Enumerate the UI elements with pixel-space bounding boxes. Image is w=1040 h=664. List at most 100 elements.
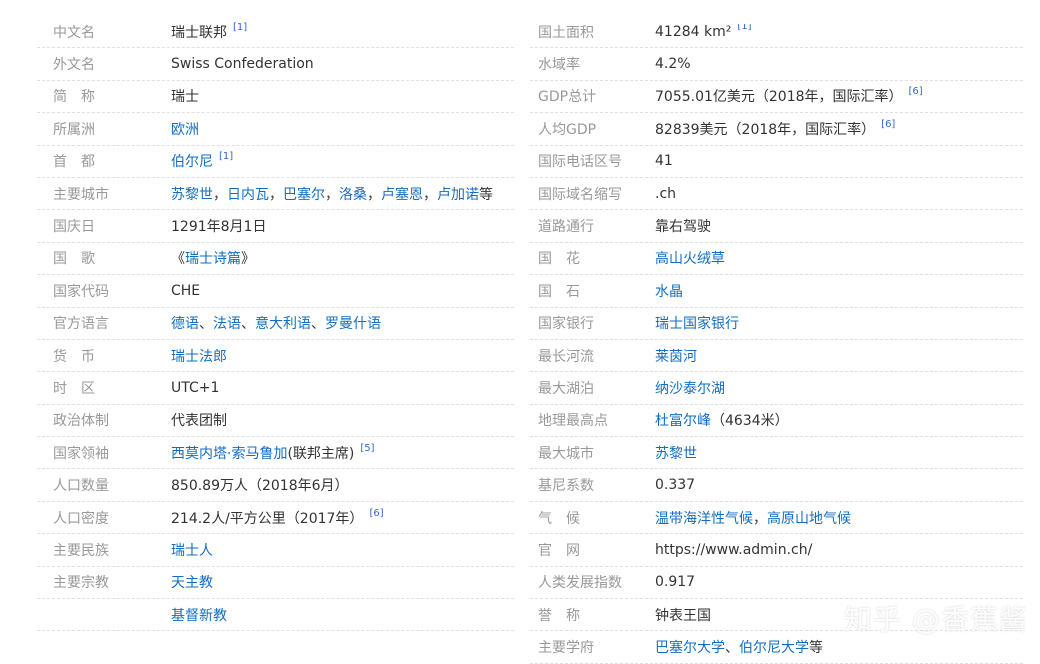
field-label: 气 候	[538, 510, 580, 527]
infobox-row: 气 候 温带海洋性气候，高原山地气候	[530, 502, 1023, 535]
field-value: 214.2人/平方公里（2017年） [6]	[171, 508, 514, 528]
infobox-row: 所属洲 欧洲	[37, 113, 514, 146]
value-link[interactable]: 欧洲	[171, 122, 199, 138]
value-text: 1291年8月1日	[171, 219, 267, 236]
field-label: GDP总计	[538, 89, 597, 106]
value-link[interactable]: 苏黎世	[655, 446, 697, 462]
field-label: 国 花	[538, 251, 580, 268]
field-value: 苏黎世，日内瓦，巴塞尔，洛桑，卢塞恩，卢加诺等	[171, 184, 514, 204]
value-text: ，	[269, 186, 283, 203]
citation-ref-link[interactable]: [6]	[369, 508, 383, 519]
value-link[interactable]: 伯尔尼	[171, 154, 213, 170]
value-text: 850.89万人（2018年6月）	[171, 478, 349, 495]
value-link[interactable]: 巴塞尔	[283, 187, 325, 203]
field-label: 道路通行	[538, 219, 594, 236]
infobox-row: 最大城市 苏黎世	[530, 437, 1023, 470]
value-link[interactable]: 伯尔尼大学	[739, 640, 809, 656]
field-value: 瑞士	[171, 86, 514, 106]
citation-ref-link[interactable]: [1]	[219, 151, 233, 162]
zhihu-watermark: 知乎 @香蕉酱	[844, 603, 1028, 636]
field-value: .ch	[655, 186, 1023, 202]
value-link[interactable]: 高原山地气候	[767, 511, 851, 527]
value-link[interactable]: 基督新教	[171, 608, 227, 624]
value-link[interactable]: 西莫内塔·索马鲁加	[171, 446, 287, 462]
value-link[interactable]: 水晶	[655, 284, 683, 300]
value-text: CHE	[171, 282, 201, 299]
field-value: 温带海洋性气候，高原山地气候	[655, 508, 1023, 528]
infobox-left-column: 中文名 瑞士联邦 [1] 外文名 Swiss Confederation 简 称 瑞士 所属洲…	[37, 16, 530, 664]
value-link[interactable]: 莱茵河	[655, 349, 697, 365]
value-link[interactable]: 日内瓦	[227, 187, 269, 203]
field-label: 国家代码	[53, 283, 109, 300]
citation-ref-link[interactable]: [1]	[233, 22, 247, 33]
value-text: (联邦主席)	[287, 445, 355, 462]
field-value: 0.337	[655, 477, 1023, 493]
infobox-row: 国土面积 41284 km² [1]	[530, 16, 1023, 49]
value-text: 0.917	[655, 574, 696, 591]
field-value: 瑞士人	[171, 540, 514, 560]
value-link[interactable]: 瑞士国家银行	[655, 316, 739, 332]
field-value: CHE	[171, 283, 514, 299]
infobox-row: 国家代码 CHE	[37, 275, 514, 308]
infobox-row: 主要宗教 天主教	[37, 567, 514, 600]
field-label: 主要民族	[53, 542, 109, 559]
field-label: 国 歌	[53, 251, 95, 268]
value-link[interactable]: 瑞士法郎	[171, 349, 227, 365]
infobox-row: 主要城市 苏黎世，日内瓦，巴塞尔，洛桑，卢塞恩，卢加诺等	[37, 178, 514, 211]
value-link[interactable]: 洛桑	[339, 187, 367, 203]
value-link[interactable]: 纳沙泰尔湖	[655, 381, 725, 397]
value-link[interactable]: 罗曼什语	[325, 316, 381, 332]
value-text: Swiss Confederation	[171, 56, 314, 73]
value-text: UTC+1	[171, 379, 220, 396]
field-value: 0.917	[655, 574, 1023, 590]
field-label: 人均GDP	[538, 121, 597, 138]
value-link[interactable]: 卢加诺	[437, 187, 479, 203]
value-link[interactable]: 法语	[213, 316, 241, 332]
citation-ref-link[interactable]: [6]	[909, 86, 923, 97]
value-link[interactable]: 温带海洋性气候	[655, 511, 753, 527]
value-text: 7055.01亿美元（2018年，国际汇率）	[655, 89, 903, 106]
citation-ref-link[interactable]: [1]	[737, 24, 751, 32]
field-value: https://www.admin.ch/	[655, 542, 1023, 558]
value-text: 41	[655, 153, 673, 170]
infobox-row: 基督新教	[37, 599, 514, 632]
field-value: 伯尔尼 [1]	[171, 151, 514, 171]
value-link[interactable]: 苏黎世	[171, 187, 213, 203]
value-text: 、	[241, 316, 255, 333]
value-link[interactable]: 天主教	[171, 575, 213, 591]
value-text: 代表团制	[171, 413, 227, 430]
value-text: 等	[479, 186, 493, 203]
infobox-row: 国际电话区号 41	[530, 146, 1023, 178]
infobox-row: 外文名 Swiss Confederation	[37, 48, 514, 81]
field-value: 4.2%	[655, 56, 1023, 72]
value-link[interactable]: 意大利语	[255, 316, 311, 332]
field-label: 中文名	[53, 24, 95, 41]
field-value: 1291年8月1日	[171, 216, 514, 236]
field-value: 巴塞尔大学、伯尔尼大学等	[655, 637, 1023, 657]
infobox-row: 国家银行 瑞士国家银行	[530, 308, 1023, 340]
field-value: 欧洲	[171, 119, 514, 139]
value-text: 《	[171, 251, 185, 268]
value-link[interactable]: 瑞士诗篇	[185, 251, 241, 267]
value-text: .ch	[655, 185, 677, 202]
infobox-row: 国际域名缩写 .ch	[530, 178, 1023, 211]
field-label: 人口密度	[53, 510, 109, 527]
field-label: 人口数量	[53, 478, 109, 495]
field-value: 850.89万人（2018年6月）	[171, 475, 514, 495]
field-label: 国家领袖	[53, 445, 109, 462]
value-link[interactable]: 瑞士人	[171, 543, 213, 559]
value-text: 、	[311, 316, 325, 333]
value-link[interactable]: 卢塞恩	[381, 187, 423, 203]
value-text: 、	[199, 316, 213, 333]
field-value: 7055.01亿美元（2018年，国际汇率） [6]	[655, 86, 1023, 106]
value-link[interactable]: 巴塞尔大学	[655, 640, 725, 656]
field-value: UTC+1	[171, 380, 514, 396]
value-link[interactable]: 杜富尔峰	[655, 413, 711, 429]
citation-ref-link[interactable]: [6]	[881, 119, 895, 130]
value-text: 瑞士	[171, 89, 199, 106]
value-link[interactable]: 高山火绒草	[655, 251, 725, 267]
value-link[interactable]: 德语	[171, 316, 199, 332]
infobox-row: 人口数量 850.89万人（2018年6月）	[37, 469, 514, 502]
citation-ref-link[interactable]: [5]	[360, 443, 374, 454]
field-value: 41	[655, 153, 1023, 169]
